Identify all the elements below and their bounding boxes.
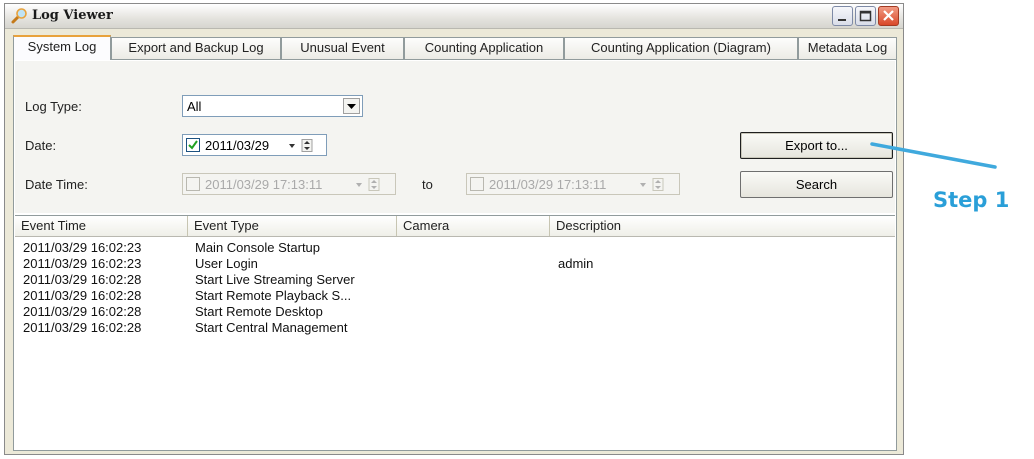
step-1-callout: Step 1	[933, 188, 1010, 212]
tab-system-log[interactable]: System Log	[13, 35, 111, 60]
callout-arrow	[870, 142, 997, 169]
